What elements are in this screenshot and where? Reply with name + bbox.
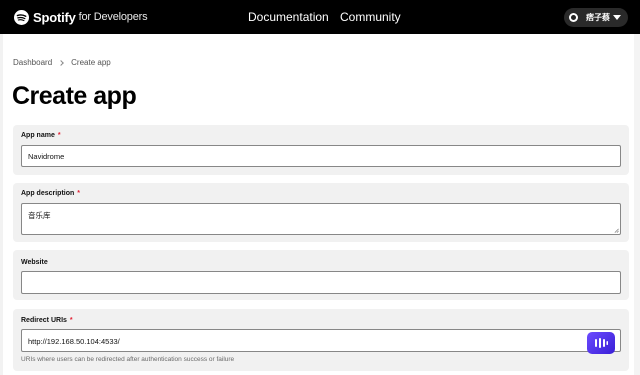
vertical-scrollbar[interactable] bbox=[634, 34, 640, 375]
breadcrumb-current: Create app bbox=[71, 58, 111, 67]
redirect-uri-input[interactable]: http://192.168.50.104:4533/ bbox=[21, 329, 621, 352]
page-title: Create app bbox=[12, 82, 137, 110]
app-description-label: App description * bbox=[21, 190, 81, 197]
resize-grip-icon[interactable] bbox=[614, 228, 619, 233]
brand-suffix: for Developers bbox=[78, 11, 148, 23]
website-input[interactable] bbox=[21, 271, 621, 294]
avatar-icon bbox=[569, 13, 578, 22]
spotify-for-developers-logo[interactable]: Spotify for Developers bbox=[14, 9, 148, 25]
breadcrumb-dashboard-link[interactable]: Dashboard bbox=[13, 58, 52, 67]
app-description-textarea[interactable]: 音乐库 bbox=[21, 203, 621, 235]
app-name-value: Navidrome bbox=[28, 152, 65, 161]
chevron-down-icon bbox=[613, 15, 621, 20]
website-section: Website bbox=[13, 250, 629, 300]
redirect-uris-label: Redirect URIs * bbox=[21, 317, 73, 324]
redirect-uris-section: Redirect URIs * http://192.168.50.104:453… bbox=[13, 309, 629, 371]
app-description-value: 音乐库 bbox=[28, 211, 51, 220]
user-menu-button[interactable]: 痞子蔡 bbox=[564, 8, 628, 27]
floating-assistant-icon bbox=[595, 338, 608, 348]
nav-documentation-link[interactable]: Documentation bbox=[248, 0, 329, 34]
app-name-section: App name * Navidrome bbox=[13, 125, 629, 175]
spotify-logo-icon bbox=[14, 9, 29, 25]
required-mark: * bbox=[77, 190, 81, 197]
required-mark: * bbox=[69, 317, 73, 324]
brand-name: Spotify bbox=[33, 9, 76, 25]
redirect-uris-hint: URIs where users can be redirected after… bbox=[21, 356, 235, 363]
top-navigation-bar: Spotify for Developers Documentation Com… bbox=[0, 0, 640, 34]
user-name: 痞子蔡 bbox=[586, 13, 610, 22]
app-name-input[interactable]: Navidrome bbox=[21, 145, 621, 167]
left-page-edge bbox=[0, 34, 3, 375]
app-name-label: App name * bbox=[21, 132, 61, 139]
app-description-section: App description * 音乐库 bbox=[13, 183, 629, 242]
nav-community-link[interactable]: Community bbox=[340, 0, 401, 34]
breadcrumb: Dashboard Create app bbox=[13, 57, 111, 68]
redirect-uri-value: http://192.168.50.104:4533/ bbox=[28, 337, 120, 346]
floating-assistant-button[interactable] bbox=[587, 332, 615, 354]
required-mark: * bbox=[57, 132, 61, 139]
website-label: Website bbox=[21, 259, 48, 266]
breadcrumb-chevron-icon bbox=[58, 59, 64, 66]
